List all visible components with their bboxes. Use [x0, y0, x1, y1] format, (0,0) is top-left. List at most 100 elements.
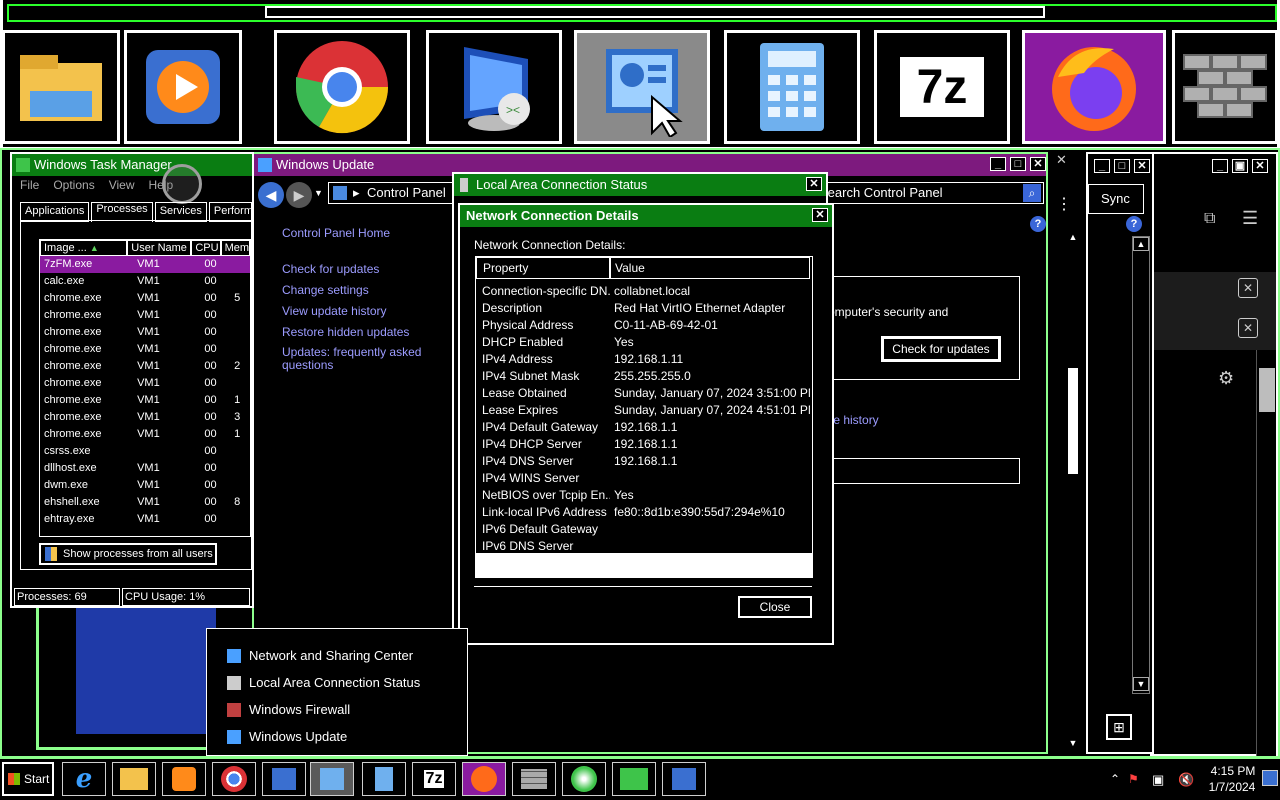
process-row[interactable]: chrome.exe VM1 00 2	[40, 358, 250, 375]
extensions-icon[interactable]: ⧉	[1204, 210, 1222, 228]
show-all-processes-button[interactable]: Show processes from all users	[39, 543, 217, 565]
clock-date[interactable]: 1/7/2024	[1202, 780, 1262, 794]
column-image[interactable]: Image ... ▲	[40, 240, 128, 256]
details-row[interactable]: IPv4 Subnet Mask 255.255.255.0	[476, 368, 812, 385]
process-row[interactable]: chrome.exe VM1 00	[40, 341, 250, 358]
scrollbar[interactable]: ▲ ▼	[1066, 232, 1082, 752]
taskbar-remote-desktop[interactable]	[262, 762, 306, 796]
action-center-icon[interactable]: ⚑	[1128, 772, 1144, 786]
column-mem[interactable]: Mem	[220, 240, 250, 256]
process-row[interactable]: 7zFM.exe VM1 00	[40, 256, 250, 273]
process-row[interactable]: calc.exe VM1 00	[40, 273, 250, 290]
menu-options[interactable]: Options	[53, 178, 94, 196]
taskbar-ie[interactable]: e	[62, 762, 106, 796]
forward-button[interactable]: ▶	[286, 182, 312, 208]
scrollbar-thumb[interactable]	[1259, 368, 1275, 412]
tray-chevron-icon[interactable]: ⌃	[1110, 772, 1120, 786]
scroll-up-arrow[interactable]: ▲	[1066, 232, 1080, 244]
details-row[interactable]: Link-local IPv6 Address fe80::8d1b:e390:5…	[476, 504, 812, 521]
close-button[interactable]: ✕	[1134, 159, 1150, 173]
close-tab-icon[interactable]: ✕	[1238, 278, 1258, 298]
minimize-button[interactable]: _	[990, 157, 1006, 171]
taskbar-control-panel[interactable]	[310, 762, 354, 796]
scroll-down-arrow[interactable]: ▼	[1133, 677, 1149, 691]
process-row[interactable]: chrome.exe VM1 00 3	[40, 409, 250, 426]
taskbar-chrome[interactable]	[212, 762, 256, 796]
taskbar-explorer[interactable]	[112, 762, 156, 796]
process-row[interactable]: chrome.exe VM1 00	[40, 307, 250, 324]
details-row[interactable]: Connection-specific DN... collabnet.local	[476, 283, 812, 300]
minimize-button[interactable]: _	[1094, 159, 1110, 173]
taskbar-computer[interactable]	[662, 762, 706, 796]
taskbar-windows-update[interactable]	[562, 762, 606, 796]
chevron-down-icon[interactable]: ▼	[314, 188, 323, 198]
close-button[interactable]: Close	[738, 596, 812, 618]
details-row[interactable]: Lease Obtained Sunday, January 07, 2024 3…	[476, 385, 812, 402]
details-row[interactable]: Physical Address C0-11-AB-69-42-01	[476, 317, 812, 334]
tab-applications[interactable]: Applications	[20, 202, 90, 222]
process-row[interactable]: chrome.exe VM1 00 5	[40, 290, 250, 307]
more-options-icon[interactable]: ⋮	[1056, 197, 1072, 222]
search-icon[interactable]: ⌕	[1023, 184, 1041, 202]
process-row[interactable]: ehtray.exe VM1 00	[40, 511, 250, 528]
details-row[interactable]: IPv4 WINS Server	[476, 470, 812, 487]
taskbar-network[interactable]	[612, 762, 656, 796]
jump-list-item[interactable]: Local Area Connection Status	[207, 669, 467, 696]
process-row[interactable]: chrome.exe VM1 00	[40, 324, 250, 341]
switch-tile-control-panel[interactable]	[574, 30, 710, 144]
control-panel-home-link[interactable]: Control Panel Home	[282, 226, 390, 240]
close-tab-icon[interactable]: ✕	[1238, 318, 1258, 338]
check-for-updates-link[interactable]: Check for updates	[282, 262, 379, 276]
maximize-button[interactable]: □	[1114, 159, 1130, 173]
column-property[interactable]: Property	[476, 257, 610, 279]
scrollbar[interactable]	[1256, 350, 1276, 756]
jump-list-item[interactable]: Windows Firewall	[207, 696, 467, 723]
column-user[interactable]: User Name	[127, 240, 192, 256]
details-row[interactable]: Description Red Hat VirtIO Ethernet Adapt…	[476, 300, 812, 317]
column-cpu[interactable]: CPU	[191, 240, 221, 256]
switch-tile-chrome[interactable]	[274, 30, 410, 144]
layout-icon[interactable]: ⊞	[1106, 714, 1132, 740]
switch-tile-explorer[interactable]	[2, 30, 120, 144]
x-close-icon[interactable]: ✕	[1056, 152, 1070, 167]
settings-gear-icon[interactable]: ⚙	[1218, 368, 1238, 388]
taskbar-firewall[interactable]	[512, 762, 556, 796]
menu-file[interactable]: File	[20, 178, 39, 196]
maximize-button[interactable]: □	[1010, 157, 1026, 171]
column-value[interactable]: Value	[610, 257, 810, 279]
menu-view[interactable]: View	[109, 178, 135, 196]
switch-tile-firefox[interactable]	[1022, 30, 1166, 144]
taskbar-firefox[interactable]	[462, 762, 506, 796]
process-row[interactable]: dwm.exe VM1 00	[40, 477, 250, 494]
close-button[interactable]: ✕	[1030, 157, 1046, 171]
change-settings-link[interactable]: Change settings	[282, 283, 369, 297]
process-row[interactable]: ehshell.exe VM1 00 8	[40, 494, 250, 511]
switch-tile-media-player[interactable]	[124, 30, 242, 144]
switch-tile-calculator[interactable]	[724, 30, 860, 144]
taskbar-media-player[interactable]	[162, 762, 206, 796]
help-icon[interactable]: ?	[1126, 216, 1142, 232]
switch-tile-firewall[interactable]	[1172, 30, 1278, 144]
process-row[interactable]: csrss.exe 00	[40, 443, 250, 460]
restore-button[interactable]: ▣	[1232, 159, 1248, 173]
scrollbar[interactable]: ▲ ▼	[1132, 236, 1150, 694]
process-row[interactable]: dllhost.exe VM1 00	[40, 460, 250, 477]
help-icon[interactable]: ?	[1030, 216, 1046, 232]
details-row[interactable]: IPv4 Default Gateway 192.168.1.1	[476, 419, 812, 436]
tab-performance[interactable]: Performa	[208, 202, 252, 222]
minimize-button[interactable]: _	[1212, 159, 1228, 173]
address-bar[interactable]: ▸ Control Panel	[328, 182, 458, 204]
menu-icon[interactable]: ☰	[1242, 208, 1262, 228]
taskbar-calculator[interactable]	[362, 762, 406, 796]
taskbar-7zip[interactable]: 7z	[412, 762, 456, 796]
details-row[interactable]: IPv6 Default Gateway	[476, 521, 812, 538]
update-history-link[interactable]: te history	[830, 413, 879, 427]
switch-tile-remote-desktop[interactable]: ><	[426, 30, 562, 144]
jump-list-item[interactable]: Network and Sharing Center	[207, 642, 467, 669]
volume-muted-icon[interactable]: 🔇	[1178, 772, 1194, 788]
back-button[interactable]: ◀	[258, 182, 284, 208]
clock-time[interactable]: 4:15 PM	[1208, 764, 1258, 778]
jump-list-item[interactable]: Windows Update	[207, 723, 467, 750]
close-button[interactable]: ✕	[806, 177, 822, 191]
start-button[interactable]: Start	[2, 762, 54, 796]
